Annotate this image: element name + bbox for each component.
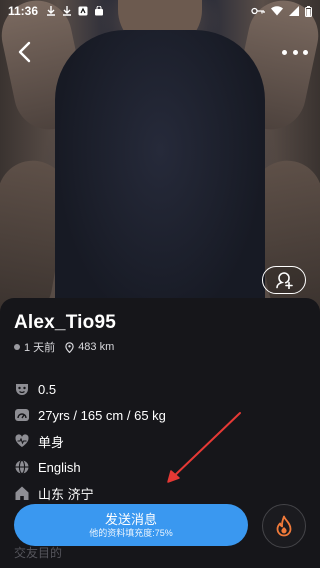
detail-row-relationship: 单身: [14, 428, 166, 454]
super-like-button[interactable]: [262, 504, 306, 548]
status-system-icons: [251, 5, 312, 17]
status-time: 11:36: [8, 4, 39, 18]
profile-name: Alex_Tio95: [14, 312, 116, 333]
detail-text: English: [38, 459, 81, 475]
app-notification-icon: [78, 6, 88, 16]
body-stats-icon: [14, 407, 30, 423]
detail-row-body-stats: 27yrs / 165 cm / 65 kg: [14, 402, 166, 428]
detail-text: 山东 济宁: [38, 486, 94, 502]
detail-text: 27yrs / 165 cm / 65 kg: [38, 407, 166, 423]
globe-icon: [14, 459, 30, 475]
status-bar: 11:36: [0, 0, 320, 22]
profile-details-list: 0.5 27yrs / 165 cm / 65 kg 单身 English 山东…: [14, 376, 166, 506]
distance: 483 km: [78, 341, 115, 353]
bag-icon: [95, 6, 104, 16]
activity-dot-icon: [14, 344, 20, 350]
heart-icon: [14, 433, 30, 449]
profile-completion-text: 他的资料填充度:75%: [89, 527, 173, 538]
send-message-button[interactable]: 发送消息 他的资料填充度:75%: [14, 504, 248, 546]
photo-tank-top: [55, 30, 265, 320]
download-icon: [63, 6, 72, 16]
location-pin-icon: [65, 341, 74, 353]
signal-icon: [289, 6, 299, 16]
wifi-icon: [271, 6, 283, 16]
status-notification-icons: [46, 6, 104, 16]
battery-icon: [305, 5, 312, 17]
more-dot: [303, 49, 308, 55]
chevron-left-icon: [18, 41, 31, 63]
fire-icon: [276, 515, 292, 537]
profile-meta: 1 天前 483 km: [14, 339, 114, 355]
detail-row-language: English: [14, 454, 166, 480]
section-heading-purpose: 交友目的: [14, 546, 63, 560]
download-icon: [47, 6, 56, 16]
detail-row-hometown: 山东 济宁: [14, 480, 166, 506]
last-active: 1 天前: [24, 342, 56, 354]
detail-text: 单身: [38, 434, 65, 450]
key-icon: [251, 7, 265, 15]
home-icon: [14, 485, 30, 501]
more-dot: [282, 49, 287, 55]
detail-row-mask: 0.5: [14, 376, 166, 402]
detail-text: 0.5: [38, 381, 57, 397]
mask-icon: [14, 381, 30, 397]
add-friend-button[interactable]: [262, 266, 306, 294]
more-options-button[interactable]: [282, 44, 308, 60]
more-dot: [292, 49, 298, 55]
send-message-label: 发送消息: [104, 511, 157, 527]
back-button[interactable]: [10, 38, 38, 66]
add-user-icon: [276, 272, 293, 289]
